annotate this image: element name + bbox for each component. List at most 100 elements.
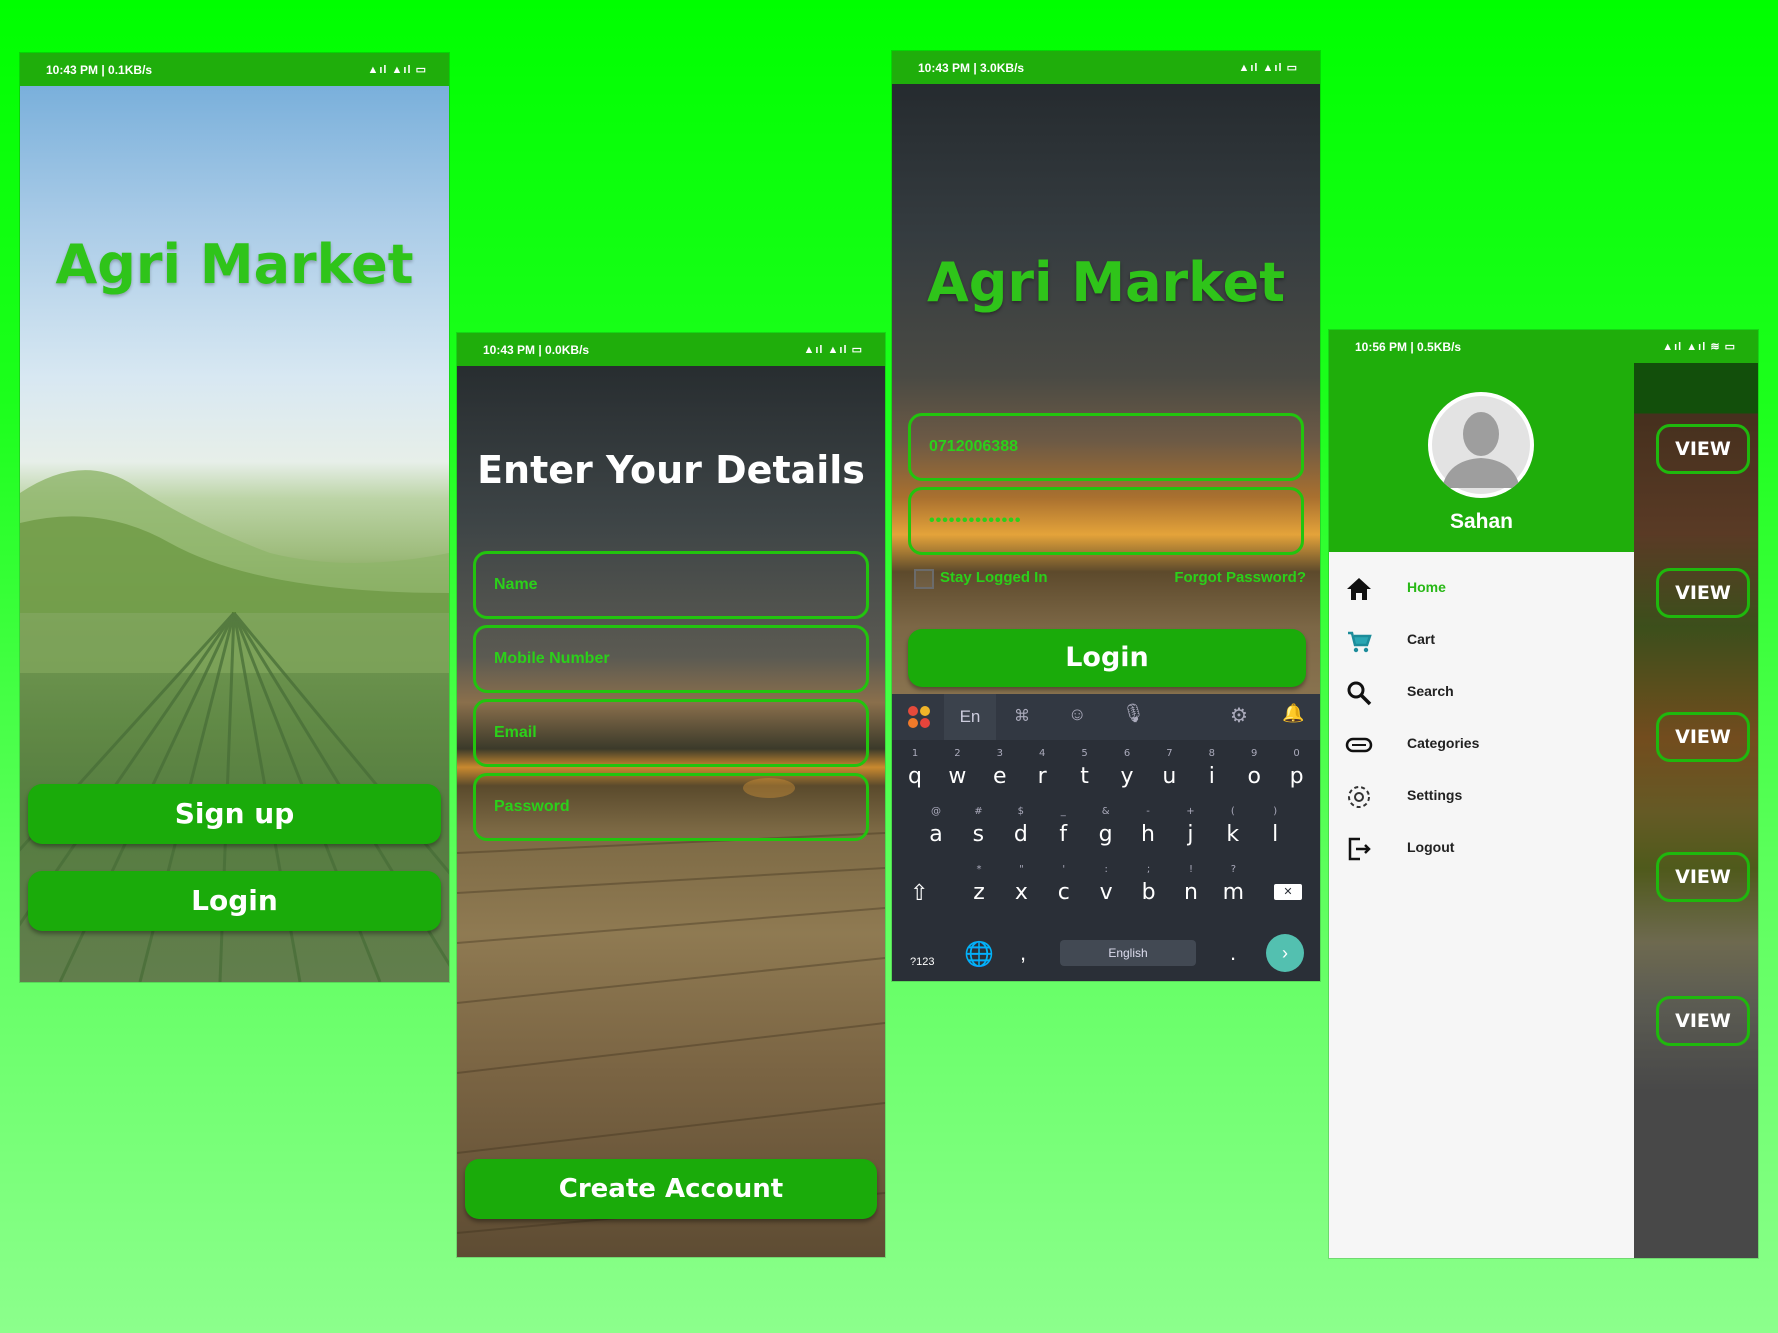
keyboard-row-3: * z " x ' c: v; b! n? m [892,864,1320,916]
key-d[interactable]: $ d [1002,806,1040,847]
login-button[interactable]: Login [28,871,441,931]
key-n[interactable]: ! n [1172,864,1210,905]
signup-button[interactable]: Sign up [28,784,441,844]
key-hint: 8 [1208,748,1215,759]
status-bar: 10:43 PM | 0.1KB/s ▲ıl ▲ıl ▭ [20,53,449,86]
enter-key[interactable]: › [1266,934,1304,972]
key-q[interactable]: 1q [896,748,934,789]
key-g[interactable]: & g [1087,806,1125,847]
key-c[interactable]: ' c [1045,864,1083,905]
key-i[interactable]: 8i [1193,748,1231,789]
key-hint: 4 [1039,748,1046,759]
welcome-screen: 10:43 PM | 0.1KB/s ▲ıl ▲ıl ▭ Agri Market… [20,53,449,982]
key-w[interactable]: 2w [938,748,976,789]
status-bar: 10:56 PM | 0.5KB/s ▲ıl ▲ıl ≋ ▭ [1329,330,1758,363]
microphone-icon[interactable]: 🎙 [1122,703,1145,724]
login-button[interactable]: Login [908,629,1306,687]
mobile-number-field[interactable]: Mobile Number [473,625,869,693]
menu-item-categories[interactable]: Categories [1329,718,1635,768]
key-label: s [972,822,985,847]
key-v[interactable]: :v [1087,864,1125,905]
key-label: h [1141,822,1155,847]
key-hint: : [1104,864,1108,875]
phone-field[interactable]: 0712006388 [908,413,1304,481]
forgot-password-link[interactable]: Forgot Password? [1174,569,1306,586]
view-button[interactable]: VIEW [1656,852,1750,902]
emoji-icon[interactable]: ☺ [1068,704,1086,725]
space-bar[interactable]: English [1060,940,1196,966]
keyboard-toolbar: En ⌘ ☺ 🎙 ⚙ 🔔 [892,694,1320,740]
stay-logged-in-checkbox[interactable] [914,569,934,589]
comma-key[interactable]: , [1020,940,1026,966]
key-r[interactable]: 4r [1023,748,1061,789]
key-p[interactable]: 0p [1278,748,1316,789]
key-label: r [1037,764,1047,789]
menu-item-cart[interactable]: Cart [1329,614,1635,664]
key-s[interactable]: # s [959,806,997,847]
key-hint: 3 [996,748,1003,759]
backspace-key[interactable]: ✕ [1274,884,1302,900]
drawer-screen: VIEW VIEW VIEW VIEW VIEW 10:56 PM | 0.5KB/s … [1329,330,1758,1258]
settings-icon[interactable]: ⚙ [1230,703,1248,728]
phone-value: 0712006388 [929,438,1018,455]
keyboard-row-2: @ a # s $ d _ f & g - h + j(k) l [892,806,1320,858]
keyboard-logo-icon[interactable] [908,706,930,728]
key-j[interactable]: + j [1171,806,1209,847]
key-label: y [1120,764,1134,789]
notification-icon[interactable]: 🔔 [1282,703,1304,724]
key-e[interactable]: 3e [981,748,1019,789]
menu-item-home[interactable]: Home [1329,562,1635,612]
key-hint: " [1019,864,1024,875]
key-b[interactable]: ; b [1130,864,1168,905]
status-icons: ▲ıl ▲ıl ≋ ▭ [1662,341,1736,353]
shift-key[interactable]: ⇧ [910,880,928,906]
menu-item-settings[interactable]: Settings [1329,770,1635,820]
menu-label-settings: Settings [1407,787,1463,803]
key-t[interactable]: 5t [1066,748,1104,789]
view-button[interactable]: VIEW [1656,712,1750,762]
key-label: m [1222,880,1245,905]
menu-item-search[interactable]: Search [1329,666,1635,716]
key-label: p [1289,764,1304,789]
app-title: Agri Market [55,233,414,296]
key-y[interactable]: 6y [1108,748,1146,789]
language-tab[interactable]: En [944,694,996,740]
key-u[interactable]: 7u [1150,748,1188,789]
user-name: Sahan [1449,510,1514,533]
status-time: 10:43 PM | 0.1KB/s [46,63,153,77]
period-key[interactable]: . [1230,940,1236,966]
key-z[interactable]: * z [960,864,998,905]
password-field[interactable]: •••••••••••••• [908,487,1304,555]
settings-icon [1348,786,1370,808]
sticker-icon[interactable]: ⌘ [1014,706,1030,726]
key-l[interactable]: ) l [1256,806,1294,847]
key-k[interactable]: (k [1214,806,1252,847]
globe-icon[interactable]: 🌐 [964,940,994,969]
key-m[interactable]: ? m [1214,864,1252,905]
key-x[interactable]: " x [1002,864,1040,905]
key-o[interactable]: 9o [1235,748,1273,789]
soft-keyboard: En ⌘ ☺ 🎙 ⚙ 🔔 1q2w3e4r5t6y7u8i9o0p @ a # s $ d… [892,694,1320,981]
email-placeholder: Email [494,724,537,741]
password-field[interactable]: Password [473,773,869,841]
key-f[interactable]: _ f [1044,806,1082,847]
key-h[interactable]: -h [1129,806,1167,847]
key-hint: ( [1230,806,1235,817]
cart-icon [1348,631,1372,653]
key-a[interactable]: @ a [917,806,955,847]
password-placeholder: Password [494,798,570,815]
key-label: d [1013,822,1028,847]
view-button[interactable]: VIEW [1656,568,1750,618]
view-button[interactable]: VIEW [1656,996,1750,1046]
name-field[interactable]: Name [473,551,869,619]
logout-icon [1348,837,1371,861]
key-hint: - [1146,806,1150,817]
view-button[interactable]: VIEW [1656,424,1750,474]
key-hint: ? [1230,864,1237,875]
create-account-button[interactable]: Create Account [465,1159,877,1219]
status-time: 10:43 PM | 0.0KB/s [483,343,590,357]
menu-item-logout[interactable]: Logout [1329,822,1635,872]
email-field[interactable]: Email [473,699,869,767]
key-label: t [1080,764,1089,789]
symbols-key[interactable]: ?123 [910,956,934,968]
